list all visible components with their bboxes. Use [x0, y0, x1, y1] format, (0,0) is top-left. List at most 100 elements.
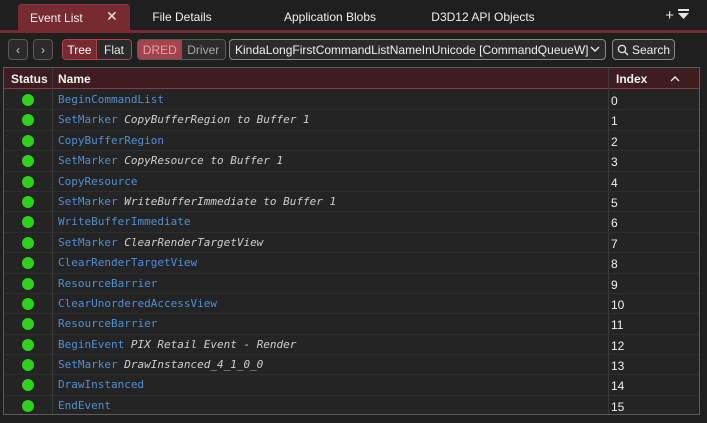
event-name: DrawInstanced [58, 378, 144, 391]
chevron-down-icon [590, 42, 600, 59]
command-list-select[interactable]: KindaLongFirstCommandListNameInUnicode [… [229, 39, 606, 60]
flat-button[interactable]: Flat [97, 40, 131, 59]
forward-button[interactable]: › [33, 39, 53, 60]
status-indicator [22, 94, 34, 106]
api-call-name: CopyBufferRegion [58, 133, 164, 147]
api-call-name: EndEvent [58, 398, 111, 412]
event-index: 11 [611, 318, 624, 333]
event-index: 13 [611, 359, 625, 374]
api-call-name: ResourceBarrier [58, 276, 158, 290]
event-name: ResourceBarrier [58, 277, 157, 290]
event-name: SetMarker CopyBufferRegion to Buffer 1 [58, 113, 310, 126]
table-row[interactable]: SetMarker WriteBufferImmediate to Buffer… [4, 192, 699, 213]
table-row[interactable]: CopyBufferRegion 2 [4, 131, 699, 152]
column-header-index[interactable]: Index [616, 68, 647, 89]
api-call-name: ResourceBarrier [58, 317, 158, 331]
event-name: CopyBufferRegion [58, 134, 164, 147]
api-call-name: ClearRenderTargetView [58, 256, 198, 270]
event-index: 7 [611, 236, 618, 251]
event-index: 0 [611, 94, 618, 108]
event-name: ClearUnorderedAccessView [58, 297, 217, 310]
api-call-name: WriteBufferImmediate [58, 215, 191, 229]
api-call-argument: CopyBufferRegion to Buffer 1 [124, 113, 310, 127]
event-name: SetMarker DrawInstanced_4_1_0_0 [58, 358, 263, 371]
dred-button[interactable]: DRED [138, 40, 182, 59]
api-call-name: SetMarker [58, 154, 118, 168]
add-tab-icon[interactable]: + [665, 8, 674, 23]
tree-button[interactable]: Tree [63, 40, 97, 59]
event-index: 15 [611, 399, 625, 414]
chevron-right-icon: › [41, 42, 45, 57]
tab-application-blobs[interactable]: Application Blobs [270, 4, 390, 30]
table-row[interactable]: ClearUnorderedAccessView 10 [4, 294, 699, 315]
event-name: ResourceBarrier [58, 317, 157, 330]
tab-d3d12-api-objects[interactable]: D3D12 API Objects [420, 4, 546, 30]
chevron-down-bar-icon [678, 9, 689, 19]
status-indicator [22, 379, 34, 392]
column-header-name[interactable]: Name [58, 68, 91, 89]
event-index: 1 [611, 114, 618, 129]
api-call-name: CopyResource [58, 174, 138, 188]
api-call-argument: DrawInstanced_4_1_0_0 [124, 358, 264, 372]
table-row[interactable]: SetMarker CopyBufferRegion to Buffer 1 1 [4, 110, 699, 131]
search-icon [617, 44, 629, 55]
status-indicator [22, 257, 34, 270]
tab-label: File Details [152, 10, 212, 24]
table-row[interactable]: DrawInstanced 14 [4, 375, 699, 396]
event-name: SetMarker WriteBufferImmediate to Buffer… [58, 195, 336, 208]
table-row[interactable]: WriteBufferImmediate 6 [4, 212, 699, 233]
tab-label: D3D12 API Objects [431, 10, 535, 24]
tab-bar: Event List ✕ File Details Application Bl… [0, 0, 707, 33]
event-rows: BeginCommandList 0 SetMarker CopyBufferReg… [4, 90, 699, 414]
event-index: 6 [611, 216, 618, 231]
source-toggle: DRED Driver [137, 39, 226, 60]
table-row[interactable]: SetMarker ClearRenderTargetView 7 [4, 233, 699, 254]
toolbar: ‹ › Tree Flat DRED Driver KindaLongFirst… [0, 33, 707, 66]
event-index: 14 [611, 379, 625, 394]
status-indicator [22, 114, 34, 127]
api-call-argument: PIX Retail Event - Render [130, 337, 297, 351]
event-grid: Status Name Index BeginCommandList 0 SetMa… [3, 67, 700, 415]
status-indicator [22, 134, 34, 147]
event-name: BeginEvent PIX Retail Event - Render [58, 338, 296, 351]
view-mode-toggle: Tree Flat [62, 39, 132, 60]
status-indicator [22, 318, 34, 331]
table-row[interactable]: ClearRenderTargetView 8 [4, 253, 699, 274]
event-name: SetMarker ClearRenderTargetView [58, 236, 263, 249]
table-row[interactable]: BeginCommandList 0 [4, 90, 699, 111]
api-call-name: ClearUnorderedAccessView [58, 296, 217, 310]
event-index: 3 [611, 155, 618, 170]
tab-list-menu-icon[interactable] [678, 8, 689, 23]
status-indicator [22, 175, 34, 188]
table-row[interactable]: BeginEvent PIX Retail Event - Render 12 [4, 335, 699, 356]
event-index: 4 [611, 175, 618, 190]
api-call-argument: ClearRenderTargetView [124, 235, 264, 249]
table-row[interactable]: CopyResource 4 [4, 172, 699, 192]
status-indicator [22, 277, 34, 290]
driver-button[interactable]: Driver [181, 40, 225, 59]
tab-label: Event List [30, 10, 83, 25]
search-button[interactable]: Search [612, 39, 675, 60]
table-row[interactable]: ResourceBarrier 11 [4, 314, 699, 335]
table-row[interactable]: SetMarker DrawInstanced_4_1_0_0 13 [4, 355, 699, 376]
table-row[interactable]: SetMarker CopyResource to Buffer 1 3 [4, 151, 699, 172]
status-indicator [22, 155, 34, 168]
event-index: 12 [611, 338, 625, 353]
close-icon[interactable]: ✕ [106, 8, 118, 25]
status-indicator [22, 195, 34, 208]
status-indicator [22, 338, 34, 351]
event-index: 9 [611, 277, 618, 292]
table-row[interactable]: ResourceBarrier 9 [4, 274, 699, 294]
event-name: ClearRenderTargetView [58, 256, 197, 269]
api-call-name: BeginCommandList [58, 93, 164, 106]
tab-file-details[interactable]: File Details [136, 4, 228, 30]
column-header-status[interactable]: Status [11, 68, 48, 89]
grid-header: Status Name Index [4, 68, 699, 89]
sort-ascending-icon[interactable] [670, 68, 680, 89]
status-indicator [22, 399, 34, 412]
back-button[interactable]: ‹ [8, 39, 28, 60]
api-call-name: BeginEvent [58, 337, 125, 351]
tab-event-list[interactable]: Event List ✕ [18, 4, 130, 30]
status-indicator [22, 236, 34, 249]
table-row[interactable]: EndEvent 15 [4, 396, 699, 414]
